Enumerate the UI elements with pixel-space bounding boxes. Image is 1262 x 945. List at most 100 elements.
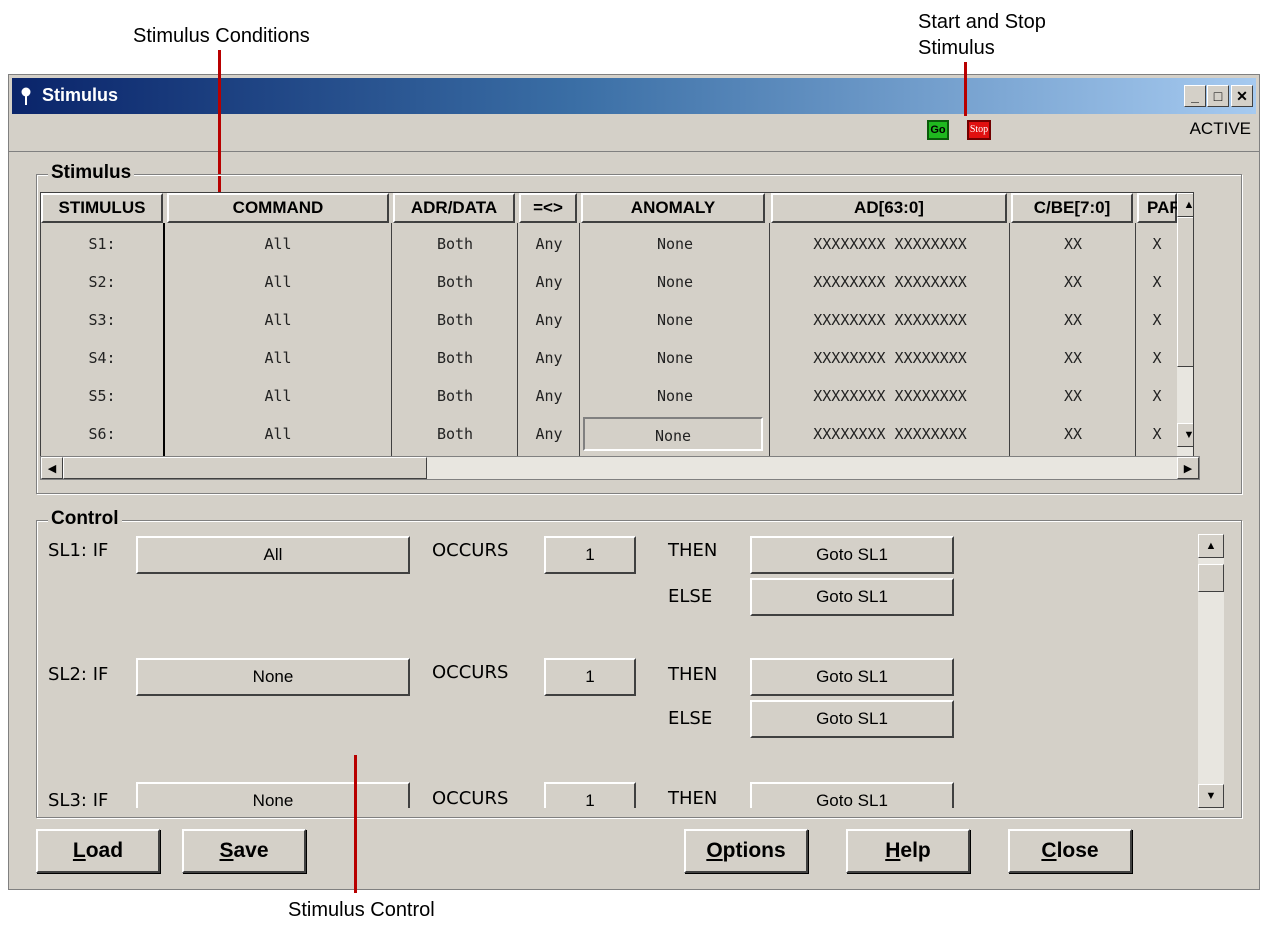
cell-stimulus[interactable]: S2:: [41, 263, 163, 301]
col-header-anomaly[interactable]: ANOMALY: [581, 193, 765, 223]
table-row[interactable]: S2: All Both Any None XXXXXXXX XXXXXXXX …: [41, 263, 1181, 301]
sl3-count-button[interactable]: 1: [544, 782, 636, 808]
close-window-button[interactable]: ✕: [1231, 85, 1253, 107]
cell-ad[interactable]: XXXXXXXX XXXXXXXX: [771, 225, 1009, 263]
cell-stimulus[interactable]: S5:: [41, 377, 163, 415]
cell-cbe[interactable]: XX: [1011, 225, 1135, 263]
sl3-then-action-button[interactable]: Goto SL1: [750, 782, 954, 808]
scroll-thumb[interactable]: [1177, 217, 1193, 367]
save-accelerator: S: [219, 839, 234, 862]
maximize-button[interactable]: □: [1207, 85, 1229, 107]
cell-command[interactable]: All: [165, 377, 391, 415]
scroll-thumb-horizontal[interactable]: [63, 457, 427, 479]
cell-cbe[interactable]: XX: [1011, 263, 1135, 301]
cell-command[interactable]: All: [165, 339, 391, 377]
cell-adr-data[interactable]: Both: [393, 263, 517, 301]
cell-ad[interactable]: XXXXXXXX XXXXXXXX: [771, 263, 1009, 301]
col-header-stimulus[interactable]: STIMULUS: [41, 193, 163, 223]
cell-ad[interactable]: XXXXXXXX XXXXXXXX: [771, 339, 1009, 377]
cell-cbe[interactable]: XX: [1011, 339, 1135, 377]
cell-cbe[interactable]: XX: [1011, 415, 1135, 453]
cell-command[interactable]: All: [165, 263, 391, 301]
cell-anomaly[interactable]: None: [581, 263, 769, 301]
cell-cbe[interactable]: XX: [1011, 301, 1135, 339]
col-header-command[interactable]: COMMAND: [167, 193, 389, 223]
cell-ad[interactable]: XXXXXXXX XXXXXXXX: [771, 415, 1009, 453]
cell-command[interactable]: All: [165, 301, 391, 339]
cell-command[interactable]: All: [165, 415, 391, 453]
cell-stimulus[interactable]: S6:: [41, 415, 163, 453]
cell-anomaly[interactable]: None: [581, 225, 769, 263]
load-button[interactable]: Load: [36, 829, 160, 873]
cell-adr-data[interactable]: Both: [393, 415, 517, 453]
cell-cbe[interactable]: XX: [1011, 377, 1135, 415]
cell-stimulus[interactable]: S1:: [41, 225, 163, 263]
sl2-then-action-button[interactable]: Goto SL1: [750, 658, 954, 696]
table-row[interactable]: S5: All Both Any None XXXXXXXX XXXXXXXX …: [41, 377, 1181, 415]
cell-par[interactable]: X: [1137, 415, 1177, 453]
cell-par[interactable]: X: [1137, 339, 1177, 377]
sl2-count-button[interactable]: 1: [544, 658, 636, 696]
options-button[interactable]: Options: [684, 829, 808, 873]
sl1-condition-button[interactable]: All: [136, 536, 410, 574]
stop-button[interactable]: Stop: [967, 120, 991, 140]
cell-anomaly[interactable]: None: [581, 301, 769, 339]
scroll-down-arrow-icon[interactable]: ▼: [1177, 423, 1193, 447]
cell-adr-data[interactable]: Both: [393, 301, 517, 339]
close-button[interactable]: Close: [1008, 829, 1132, 873]
cell-ad[interactable]: XXXXXXXX XXXXXXXX: [771, 377, 1009, 415]
cell-anomaly[interactable]: None: [581, 339, 769, 377]
cell-anomaly-selected[interactable]: None: [583, 417, 763, 451]
save-button[interactable]: Save: [182, 829, 306, 873]
col-header-ad[interactable]: AD[63:0]: [771, 193, 1007, 223]
cell-stimulus[interactable]: S3:: [41, 301, 163, 339]
cell-ad[interactable]: XXXXXXXX XXXXXXXX: [771, 301, 1009, 339]
table-horizontal-scrollbar[interactable]: ◀ ▶: [40, 456, 1200, 480]
sl1-label: SL1: IF: [48, 540, 109, 561]
cell-compare[interactable]: Any: [519, 263, 579, 301]
cell-par[interactable]: X: [1137, 301, 1177, 339]
cell-adr-data[interactable]: Both: [393, 339, 517, 377]
cell-compare[interactable]: Any: [519, 225, 579, 263]
col-header-cbe[interactable]: C/BE[7:0]: [1011, 193, 1133, 223]
cell-compare[interactable]: Any: [519, 415, 579, 453]
cell-par[interactable]: X: [1137, 263, 1177, 301]
col-header-adr-data[interactable]: ADR/DATA: [393, 193, 515, 223]
sl1-else-action-button[interactable]: Goto SL1: [750, 578, 954, 616]
cell-par[interactable]: X: [1137, 225, 1177, 263]
control-vertical-scrollbar[interactable]: ▲ ▼: [1198, 534, 1224, 810]
col-header-compare[interactable]: =<>: [519, 193, 577, 223]
table-row[interactable]: S1: All Both Any None XXXXXXXX XXXXXXXX …: [41, 225, 1181, 263]
cell-stimulus[interactable]: S4:: [41, 339, 163, 377]
sl2-condition-button[interactable]: None: [136, 658, 410, 696]
cell-compare[interactable]: Any: [519, 377, 579, 415]
scroll-up-arrow-icon[interactable]: ▲: [1177, 193, 1193, 217]
cell-compare[interactable]: Any: [519, 301, 579, 339]
control-scroll-thumb[interactable]: [1198, 564, 1224, 592]
cell-par[interactable]: X: [1137, 377, 1177, 415]
cell-adr-data[interactable]: Both: [393, 377, 517, 415]
cell-compare[interactable]: Any: [519, 339, 579, 377]
title-bar[interactable]: Stimulus _ □ ✕: [12, 78, 1256, 114]
table-row[interactable]: S4: All Both Any None XXXXXXXX XXXXXXXX …: [41, 339, 1181, 377]
sl1-then-action-button[interactable]: Goto SL1: [750, 536, 954, 574]
sl1-count-button[interactable]: 1: [544, 536, 636, 574]
control-scroll-up-icon[interactable]: ▲: [1198, 534, 1224, 558]
sl2-else-action-button[interactable]: Goto SL1: [750, 700, 954, 738]
scroll-right-arrow-icon[interactable]: ▶: [1177, 457, 1199, 479]
help-button[interactable]: Help: [846, 829, 970, 873]
cell-command[interactable]: All: [165, 225, 391, 263]
go-button[interactable]: Go: [927, 120, 949, 140]
table-row[interactable]: S6: All Both Any None XXXXXXXX XXXXXXXX …: [41, 415, 1181, 453]
minimize-button[interactable]: _: [1184, 85, 1206, 107]
scroll-left-arrow-icon[interactable]: ◀: [41, 457, 63, 479]
control-scroll-down-icon[interactable]: ▼: [1198, 784, 1224, 808]
callout-line-startstop: [964, 62, 967, 116]
col-header-par[interactable]: PAR: [1137, 193, 1182, 223]
callout-stimulus-conditions: Stimulus Conditions: [133, 25, 310, 47]
sl3-condition-button[interactable]: None: [136, 782, 410, 808]
cell-anomaly[interactable]: None: [581, 377, 769, 415]
cell-adr-data[interactable]: Both: [393, 225, 517, 263]
table-row[interactable]: S3: All Both Any None XXXXXXXX XXXXXXXX …: [41, 301, 1181, 339]
table-vertical-scrollbar[interactable]: ▲ ▼: [1177, 193, 1193, 457]
